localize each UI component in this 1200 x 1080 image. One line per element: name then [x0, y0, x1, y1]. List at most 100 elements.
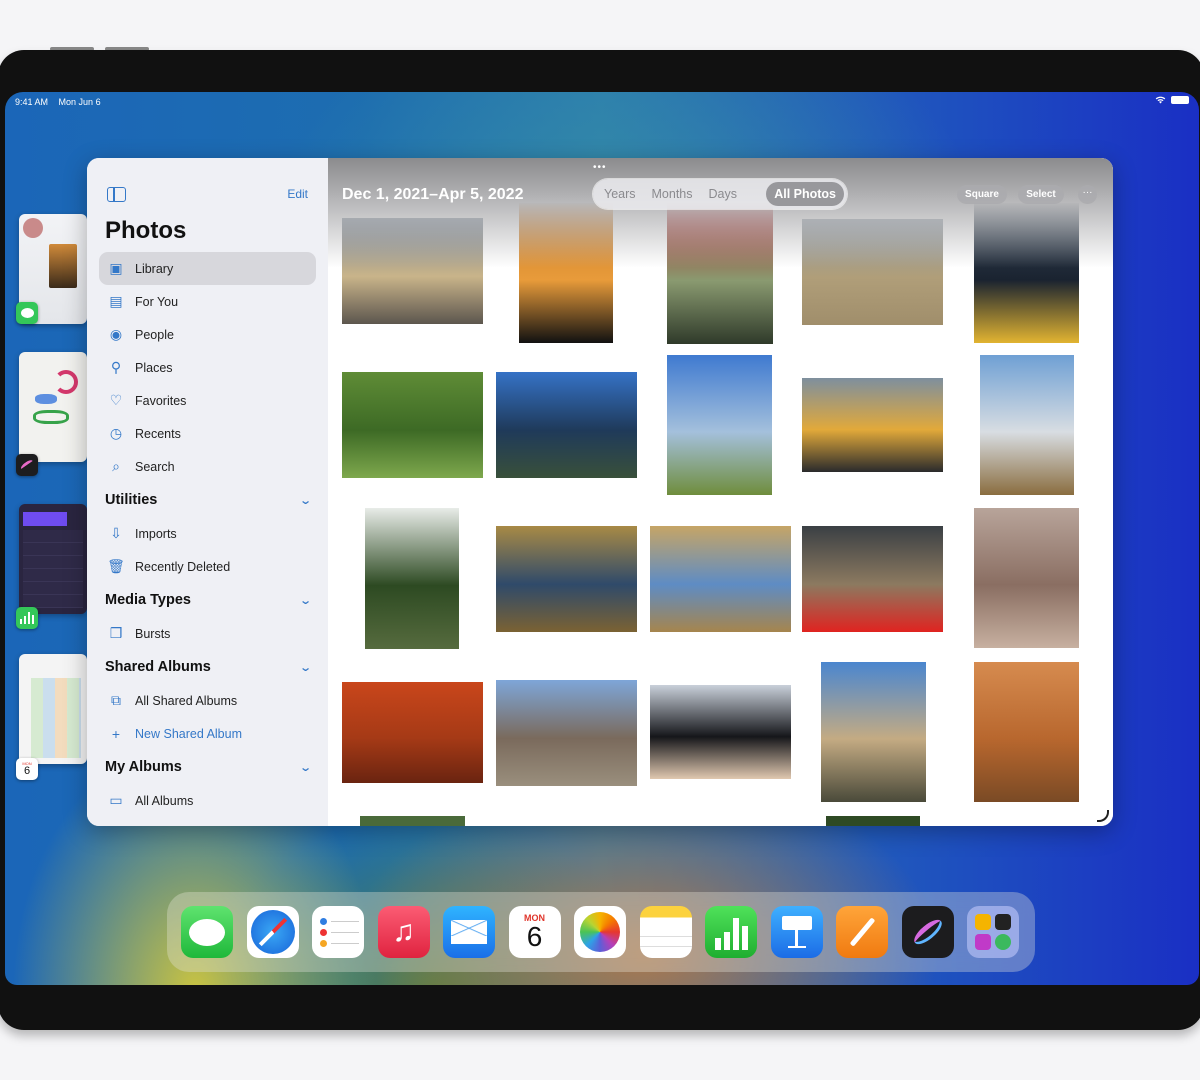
sidebar-item-for-you[interactable]: ▤ For You [99, 285, 316, 318]
sidebar-item-recents[interactable]: ◷ Recents [99, 417, 316, 450]
photo-thumbnail[interactable] [342, 682, 483, 783]
sidebar-item-bursts[interactable]: ❒ Bursts [99, 617, 316, 650]
app-folder-icon[interactable] [967, 906, 1019, 958]
photo-thumbnail[interactable] [980, 355, 1074, 495]
sidebar-item-recently-deleted[interactable]: 🗑 Recently Deleted [99, 550, 316, 583]
photo-thumbnail[interactable] [974, 508, 1079, 648]
places-icon: ⚲ [110, 359, 122, 375]
sidebar-item-all-shared-albums[interactable]: ⧉ All Shared Albums [99, 684, 316, 717]
status-date: Mon Jun 6 [58, 97, 101, 107]
keynote-icon[interactable] [770, 906, 823, 958]
tab-all-photos[interactable]: All Photos [766, 182, 844, 206]
sidebar-item-places[interactable]: ⚲ Places [99, 351, 316, 384]
photo-thumbnail[interactable] [974, 662, 1079, 802]
plus-icon: + [111, 725, 121, 742]
photo-thumbnail[interactable] [496, 680, 637, 786]
sidebar-item-label: For You [135, 294, 179, 309]
photo-thumbnail[interactable] [826, 816, 920, 826]
photo-thumbnail[interactable] [650, 685, 791, 779]
search-icon: ⌕ [112, 458, 120, 474]
tab-days[interactable]: Days [701, 182, 745, 206]
sidebar-item-label: All Albums [135, 793, 194, 808]
sidebar-title: Photos [105, 217, 187, 244]
more-options-button[interactable]: ··· [1078, 185, 1097, 204]
sidebar-item-library[interactable]: ▣ Library [99, 252, 316, 285]
section-shared-albums[interactable]: Shared Albums ⌄ [99, 650, 316, 684]
chevron-down-icon[interactable]: ⌄ [299, 661, 312, 674]
photo-thumbnail[interactable] [667, 355, 772, 495]
wifi-icon [1155, 96, 1166, 104]
sidebar-item-all-albums[interactable]: ▭ All Albums [99, 784, 316, 817]
sidebar-item-new-shared-album[interactable]: + New Shared Album [99, 717, 316, 750]
photo-thumbnail[interactable] [802, 526, 943, 632]
status-bar: 9:41 AM Mon Jun 6 [15, 97, 109, 107]
tab-months[interactable]: Months [644, 182, 701, 206]
section-title: Shared Albums [105, 659, 211, 675]
library-icon: ▣ [109, 260, 123, 276]
battery-icon [1171, 96, 1189, 104]
photos-icon[interactable] [574, 906, 626, 958]
procreate-icon[interactable] [901, 906, 954, 958]
photo-thumbnail[interactable] [650, 526, 791, 632]
sidebar-item-label: Recents [135, 426, 181, 441]
photo-thumbnail[interactable] [496, 526, 637, 632]
photo-thumbnail[interactable] [342, 372, 483, 478]
calendar-icon[interactable]: MON 6 [508, 906, 561, 958]
window-resize-handle[interactable] [1097, 810, 1109, 822]
calendar-icon[interactable]: MON 6 [16, 758, 38, 780]
messages-icon[interactable] [181, 906, 233, 958]
section-my-albums[interactable]: My Albums ⌄ [99, 750, 316, 784]
photo-thumbnail[interactable] [360, 816, 465, 826]
notes-icon[interactable] [639, 906, 692, 958]
photo-thumbnail[interactable] [821, 662, 926, 802]
sidebar-item-search[interactable]: ⌕ Search [99, 450, 316, 483]
view-segmented-control: Years Months Days All Photos [593, 179, 847, 209]
calendar-day-number: 6 [526, 921, 543, 952]
calendar-day-number: 6 [23, 765, 31, 777]
sidebar-item-people[interactable]: ◉ People [99, 318, 316, 351]
safari-icon[interactable] [246, 906, 299, 958]
numbers-icon[interactable] [705, 906, 757, 958]
reminders-icon[interactable] [312, 906, 364, 958]
sidebar-item-label: Library [135, 261, 174, 276]
sidebar-item-favorites[interactable]: ♡ Favorites [99, 384, 316, 417]
music-icon[interactable]: ♫ [377, 906, 430, 958]
sidebar-item-label: Favorites [135, 393, 187, 408]
photo-thumbnail[interactable] [365, 508, 459, 649]
sidebar-item-label: Search [135, 459, 175, 474]
section-media-types[interactable]: Media Types ⌄ [99, 583, 316, 617]
status-indicators [1155, 96, 1189, 104]
procreate-icon[interactable] [16, 454, 38, 476]
edit-button[interactable]: Edit [287, 187, 308, 201]
numbers-icon[interactable] [16, 607, 38, 629]
section-utilities[interactable]: Utilities ⌄ [99, 483, 316, 517]
square-button[interactable]: Square [957, 185, 1007, 204]
sidebar-item-label: Bursts [135, 626, 171, 641]
tab-years[interactable]: Years [596, 182, 644, 206]
sidebar-toggle-icon[interactable] [107, 187, 126, 202]
sidebar-item-label: Recently Deleted [135, 559, 231, 574]
slide-over-calendar[interactable] [19, 654, 87, 764]
photo-grid: ••• Dec 1, 2021–Apr 5, 2022 Years Months… [328, 158, 1113, 826]
photo-thumbnail[interactable] [496, 372, 637, 478]
date-range-title: Dec 1, 2021–Apr 5, 2022 [342, 186, 524, 203]
status-time: 9:41 AM [15, 97, 49, 107]
window-grab-handle[interactable]: ••• [593, 162, 607, 173]
photo-thumbnail[interactable] [802, 378, 943, 472]
chevron-down-icon[interactable]: ⌄ [299, 594, 312, 607]
select-button[interactable]: Select [1018, 185, 1064, 204]
section-title: Media Types [105, 592, 191, 608]
sidebar-item-imports[interactable]: ⇩ Imports [99, 517, 316, 550]
chevron-down-icon[interactable]: ⌄ [299, 761, 312, 774]
slide-over-procreate[interactable] [19, 352, 87, 462]
pages-icon[interactable] [836, 906, 888, 958]
bursts-icon: ❒ [109, 625, 123, 641]
slide-over-numbers[interactable] [19, 504, 87, 614]
chevron-down-icon[interactable]: ⌄ [299, 494, 312, 507]
section-title: Utilities [105, 492, 158, 508]
trash-icon: 🗑 [107, 558, 125, 574]
messages-icon[interactable] [16, 302, 38, 324]
mail-icon[interactable] [443, 906, 495, 958]
sidebar-item-label: Imports [135, 526, 177, 541]
header-gradient [328, 158, 1113, 268]
